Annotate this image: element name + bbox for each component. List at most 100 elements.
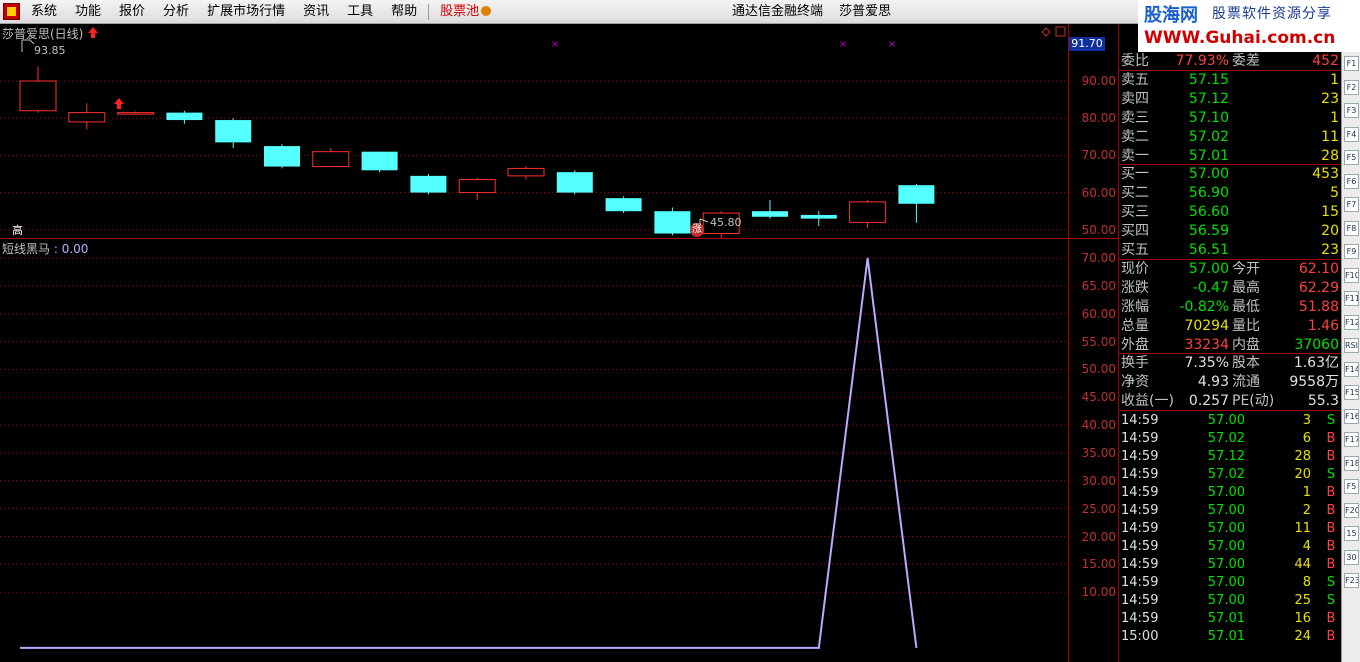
ask-row: 卖四 57.12 23 (1119, 90, 1341, 108)
menu-item-4[interactable]: 扩展市场行情 (198, 0, 294, 24)
candle-down (264, 146, 300, 167)
stat-row: 总量 70294 量比 1.46 (1119, 317, 1341, 335)
stat-row-label2: 内盘 (1232, 336, 1260, 353)
sidebar-tool-icon[interactable]: F14 (1344, 361, 1359, 377)
sidebar-tool-icon[interactable]: F20 (1344, 502, 1359, 518)
sidebar-tool-icon[interactable]: F18 (1344, 455, 1359, 471)
ask-row: 卖二 57.02 11 (1119, 128, 1341, 146)
candle-down (556, 172, 593, 193)
stat-row-label2: 最低 (1232, 298, 1260, 315)
ask-label: 卖三 (1121, 109, 1149, 126)
menu-item-6[interactable]: 工具 (338, 0, 382, 24)
candle-up (458, 179, 496, 194)
stock-pool-label: 股票池 (440, 4, 480, 19)
tick-direction: B (1326, 611, 1336, 627)
menu-item-0[interactable]: 系统 (22, 0, 66, 24)
sidebar-tool-icon[interactable]: F6 (1344, 173, 1359, 189)
sidebar-tool-icon[interactable]: F5 (1344, 150, 1359, 165)
ask-price: 57.10 (1188, 109, 1229, 126)
indicator-y-tick: 30.00 (1081, 473, 1116, 488)
sidebar-tool-icon[interactable]: F10 (1344, 267, 1359, 283)
bid-price: 56.59 (1188, 223, 1229, 240)
brand-slogan: 股票软件资源分享 (1212, 6, 1332, 22)
ask-volume: 1 (1330, 109, 1339, 126)
tick-price: 57.00 (1207, 539, 1245, 555)
ask-label: 卖一 (1121, 147, 1149, 164)
main-y-tick: 70.00 (1081, 148, 1116, 163)
tick-volume: 1 (1302, 485, 1311, 501)
tick-price: 57.01 (1207, 611, 1245, 627)
tick-row: 14:59 57.02 20 S (1119, 466, 1341, 484)
sidebar-tool-icon[interactable]: 30 (1344, 549, 1359, 565)
sidebar-tool-icon[interactable]: F8 (1344, 220, 1359, 236)
tick-volume: 25 (1294, 593, 1311, 609)
sidebar-tool-icon[interactable]: RSI (1344, 338, 1359, 353)
tick-direction: B (1326, 449, 1336, 465)
stat-row-value: -0.82% (1179, 298, 1229, 315)
menu-item-5[interactable]: 资讯 (294, 0, 338, 24)
menu-bar: 系统 功能 报价 分析 扩展市场行情 资讯 工具 帮助 股票池 通达信金融终端 莎普爱思 股海网… (0, 0, 1360, 26)
tick-price: 57.00 (1207, 503, 1245, 519)
stat-row: 收益(一) 0.257 PE(动) 55.3 (1119, 392, 1341, 410)
app-logo-icon[interactable] (3, 3, 20, 20)
high-marker-line (21, 39, 35, 52)
sidebar-tool-icon[interactable]: F3 (1344, 103, 1359, 118)
menu-item-7[interactable]: 帮助 (382, 0, 426, 24)
sidebar-tool-icon[interactable]: F11 (1344, 291, 1359, 306)
sidebar-tool-icon[interactable]: F4 (1344, 126, 1359, 142)
tick-price: 57.00 (1207, 593, 1245, 609)
sidebar-tool-icon[interactable]: F16 (1344, 408, 1359, 424)
menu-item-1[interactable]: 功能 (66, 0, 110, 24)
candle-down (654, 211, 691, 234)
bid-row: 买三 56.60 15 (1119, 203, 1341, 221)
ask-volume: 11 (1321, 128, 1339, 145)
ask-row: 卖一 57.01 28 (1119, 147, 1341, 165)
menu-item-3[interactable]: 分析 (154, 0, 198, 24)
tick-row: 14:59 57.00 44 B (1119, 556, 1341, 574)
indicator-y-tick: 25.00 (1081, 501, 1116, 516)
bid-volume: 15 (1321, 204, 1339, 221)
stock-pool-menu[interactable]: 股票池 (431, 0, 500, 24)
brand-banner: 股海网 股票软件资源分享 (1138, 0, 1360, 26)
indicator-y-tick: 10.00 (1081, 585, 1116, 600)
tick-row: 14:59 57.00 4 B (1119, 538, 1341, 556)
tick-volume: 6 (1302, 431, 1311, 447)
sidebar-tool-icon[interactable]: F5 (1344, 479, 1359, 494)
tick-row: 14:59 57.00 8 S (1119, 574, 1341, 592)
tick-price: 57.00 (1207, 485, 1245, 501)
tick-price: 57.00 (1207, 575, 1245, 591)
stat-row-value2: 1.63亿 (1293, 355, 1339, 372)
indicator-chart[interactable]: 短线黑马 : 0.00 (0, 239, 1068, 662)
ask-volume: 23 (1321, 90, 1339, 107)
sidebar-tool-icon[interactable]: F9 (1344, 244, 1359, 259)
ask-price: 57.15 (1188, 71, 1229, 88)
zhang-marker: 涨 (690, 223, 704, 237)
ask-volume: 28 (1321, 147, 1339, 164)
stat-row: 净资 4.93 流通 9558万 (1119, 373, 1341, 391)
sidebar-tool-icon[interactable]: F15 (1344, 385, 1359, 400)
stat-row-value: 0.257 (1188, 393, 1229, 410)
stat-row-label: 涨幅 (1121, 298, 1149, 315)
sidebar-tool-icon[interactable]: F1 (1344, 56, 1359, 71)
bid-row: 买五 56.51 23 (1119, 241, 1341, 259)
candle-down (166, 112, 203, 121)
stat-row-value2: 51.88 (1298, 298, 1339, 315)
stat-row-label: 净资 (1121, 374, 1149, 391)
sidebar-tool-icon[interactable]: F12 (1344, 314, 1359, 330)
tick-volume: 3 (1302, 413, 1311, 429)
sidebar-tool-icon[interactable]: 15 (1344, 526, 1359, 541)
sidebar-tool-icon[interactable]: F23 (1344, 573, 1359, 588)
tick-time: 14:59 (1121, 557, 1159, 573)
indicator-y-tick: 20.00 (1081, 529, 1116, 544)
menu-item-2[interactable]: 报价 (110, 0, 154, 24)
candlestick-chart[interactable]: 莎普爱思(日线) × × × 93.85 45.80 高 涨 (0, 24, 1068, 238)
candle-down (605, 198, 642, 212)
sidebar-tool-icon[interactable]: F7 (1344, 197, 1359, 212)
tick-row: 14:59 57.00 11 B (1119, 520, 1341, 538)
indicator-y-tick: 50.00 (1081, 362, 1116, 377)
ask-volume: 1 (1330, 71, 1339, 88)
tick-volume: 11 (1294, 521, 1311, 537)
tick-time: 14:59 (1121, 521, 1159, 537)
sidebar-tool-icon[interactable]: F17 (1344, 432, 1359, 447)
sidebar-tool-icon[interactable]: F2 (1344, 79, 1359, 95)
